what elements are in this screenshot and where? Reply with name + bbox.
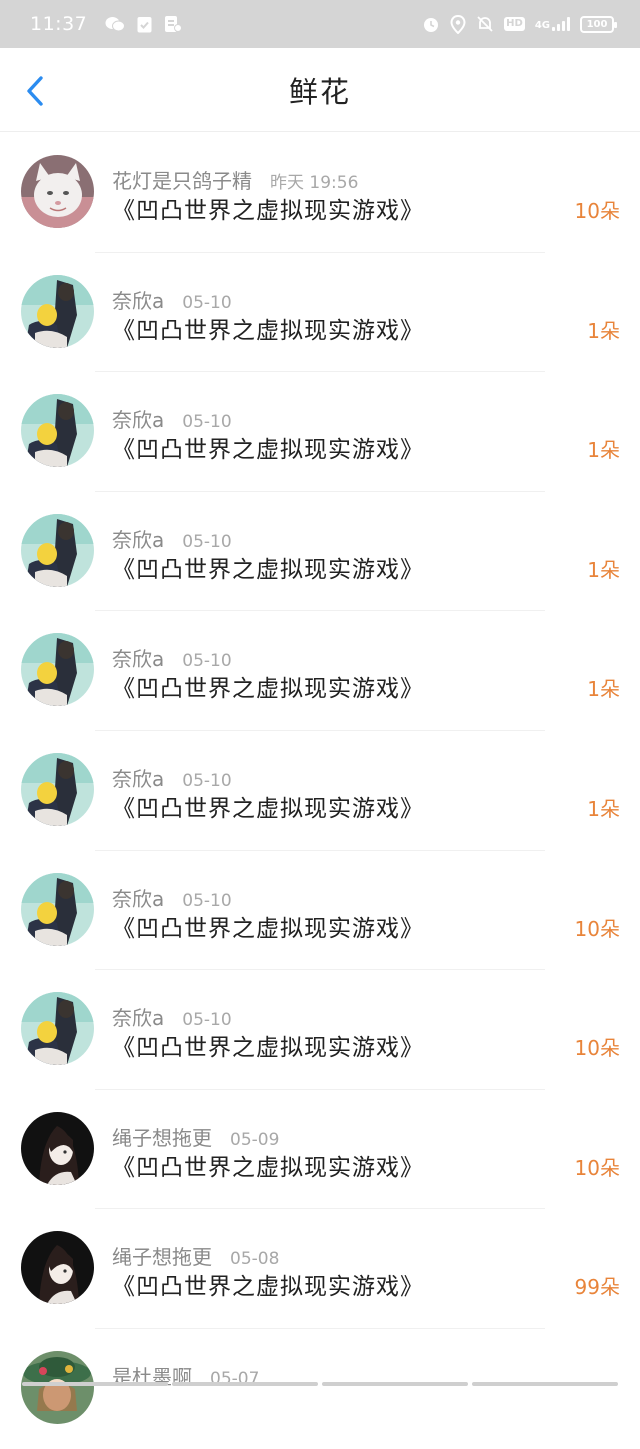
- wechat-icon: [105, 16, 125, 32]
- anime-pair-avatar[interactable]: [21, 873, 94, 946]
- flower-count: 10朵: [575, 913, 620, 942]
- list-item[interactable]: 绳子想拖更 05-09 《凹凸世界之虚拟现实游戏》 10朵: [0, 1090, 640, 1210]
- item-meta: 奈欣a 05-10: [112, 285, 232, 314]
- cat-avatar[interactable]: [21, 155, 94, 228]
- sim-tool-icon: [164, 15, 182, 33]
- list-item[interactable]: 奈欣a 05-10 《凹凸世界之虚拟现实游戏》 10朵: [0, 970, 640, 1090]
- anime-pair-avatar[interactable]: [21, 275, 94, 348]
- scroll-indicator: [0, 1381, 640, 1387]
- status-time: 11:37: [30, 13, 87, 35]
- item-meta: 绳子想拖更 05-08: [112, 1241, 279, 1270]
- item-meta: 绳子想拖更 05-09: [112, 1122, 279, 1151]
- anime-pair-avatar[interactable]: [21, 633, 94, 706]
- item-meta: 奈欣a 05-10: [112, 1002, 232, 1031]
- book-title[interactable]: 《凹凸世界之虚拟现实游戏》: [112, 909, 424, 943]
- book-title[interactable]: 《凹凸世界之虚拟现实游戏》: [112, 550, 424, 584]
- list-item[interactable]: 绳子想拖更 05-08 《凹凸世界之虚拟现实游戏》 99朵: [0, 1209, 640, 1329]
- flower-count: 10朵: [575, 195, 620, 224]
- status-left-icons: [105, 15, 182, 33]
- gift-time: 05-10: [182, 532, 231, 552]
- list-item[interactable]: 奈欣a 05-10 《凹凸世界之虚拟现实游戏》 10朵: [0, 851, 640, 971]
- item-meta: 奈欣a 05-10: [112, 404, 232, 433]
- user-name[interactable]: 奈欣a: [112, 285, 164, 314]
- bell-off-icon: [476, 15, 494, 33]
- book-title[interactable]: 《凹凸世界之虚拟现实游戏》: [112, 311, 424, 345]
- list-item[interactable]: 花灯是只鸽子精 昨天 19:56 《凹凸世界之虚拟现实游戏》 10朵: [0, 133, 640, 253]
- user-name[interactable]: 绳子想拖更: [112, 1241, 212, 1270]
- gift-time: 05-08: [230, 1249, 279, 1269]
- flower-count: 1朵: [587, 434, 620, 463]
- item-meta: 奈欣a 05-10: [112, 763, 232, 792]
- status-right-icons: HD 4G 100: [422, 15, 614, 34]
- battery-level: 100: [587, 19, 608, 30]
- gift-time: 05-10: [182, 651, 231, 671]
- list-item[interactable]: 奈欣a 05-10 《凹凸世界之虚拟现实游戏》 1朵: [0, 372, 640, 492]
- user-name[interactable]: 花灯是只鸽子精: [112, 165, 252, 194]
- book-title[interactable]: 《凹凸世界之虚拟现实游戏》: [112, 789, 424, 823]
- book-title[interactable]: 《凹凸世界之虚拟现实游戏》: [112, 1028, 424, 1062]
- page-title: 鲜花: [289, 69, 351, 111]
- list-item[interactable]: 奈欣a 05-10 《凹凸世界之虚拟现实游戏》 1朵: [0, 731, 640, 851]
- chevron-left-icon: [25, 75, 45, 107]
- gift-time: 05-10: [182, 1010, 231, 1030]
- book-title[interactable]: 《凹凸世界之虚拟现实游戏》: [112, 669, 424, 703]
- item-meta: 奈欣a 05-10: [112, 643, 232, 672]
- user-name[interactable]: 奈欣a: [112, 404, 164, 433]
- hat-girl-avatar[interactable]: [21, 1351, 94, 1424]
- list-item[interactable]: 奈欣a 05-10 《凹凸世界之虚拟现实游戏》 1朵: [0, 611, 640, 731]
- nav-bar: 鲜花: [0, 48, 640, 132]
- user-name[interactable]: 绳子想拖更: [112, 1122, 212, 1151]
- gift-time: 05-10: [182, 771, 231, 791]
- flower-gift-list: 花灯是只鸽子精 昨天 19:56 《凹凸世界之虚拟现实游戏》 10朵 奈欣a 0…: [0, 133, 640, 1449]
- anime-pair-avatar[interactable]: [21, 394, 94, 467]
- signal-icon: [552, 17, 570, 31]
- dark-hair-girl-avatar[interactable]: [21, 1231, 94, 1304]
- flower-count: 99朵: [575, 1271, 620, 1300]
- gift-time: 05-10: [182, 293, 231, 313]
- back-button[interactable]: [18, 74, 52, 108]
- alarm-icon: [422, 15, 440, 33]
- flower-count: 10朵: [575, 1032, 620, 1061]
- user-name[interactable]: 奈欣a: [112, 763, 164, 792]
- flower-count: 1朵: [587, 554, 620, 583]
- user-name[interactable]: 奈欣a: [112, 1002, 164, 1031]
- status-bar: 11:37 HD 4G 100: [0, 0, 640, 48]
- list-item[interactable]: 奈欣a 05-10 《凹凸世界之虚拟现实游戏》 1朵: [0, 492, 640, 612]
- user-name[interactable]: 奈欣a: [112, 883, 164, 912]
- dark-hair-girl-avatar[interactable]: [21, 1112, 94, 1185]
- item-meta: 花灯是只鸽子精 昨天 19:56: [112, 165, 358, 194]
- location-icon: [450, 15, 466, 34]
- battery-icon: 100: [580, 16, 614, 33]
- anime-pair-avatar[interactable]: [21, 992, 94, 1065]
- flower-count: 1朵: [587, 673, 620, 702]
- book-title[interactable]: 《凹凸世界之虚拟现实游戏》: [112, 191, 424, 225]
- flower-count: 1朵: [587, 793, 620, 822]
- gift-time: 昨天 19:56: [270, 168, 358, 193]
- network-indicator: 4G: [535, 17, 570, 31]
- gift-time: 05-10: [182, 891, 231, 911]
- network-label: 4G: [535, 21, 550, 31]
- gift-time: 05-09: [230, 1130, 279, 1150]
- item-meta: 奈欣a 05-10: [112, 883, 232, 912]
- flower-count: 10朵: [575, 1152, 620, 1181]
- clipboard-check-icon: [137, 15, 152, 33]
- item-meta: 奈欣a 05-10: [112, 524, 232, 553]
- user-name[interactable]: 奈欣a: [112, 524, 164, 553]
- anime-pair-avatar[interactable]: [21, 753, 94, 826]
- flower-count: 1朵: [587, 315, 620, 344]
- anime-pair-avatar[interactable]: [21, 514, 94, 587]
- book-title[interactable]: 《凹凸世界之虚拟现实游戏》: [112, 430, 424, 464]
- hd-badge: HD: [504, 17, 525, 31]
- gift-time: 05-10: [182, 412, 231, 432]
- book-title[interactable]: 《凹凸世界之虚拟现实游戏》: [112, 1267, 424, 1301]
- book-title[interactable]: 《凹凸世界之虚拟现实游戏》: [112, 1148, 424, 1182]
- list-item[interactable]: 是杜墨啊 05-07: [0, 1329, 640, 1449]
- user-name[interactable]: 奈欣a: [112, 643, 164, 672]
- list-item[interactable]: 奈欣a 05-10 《凹凸世界之虚拟现实游戏》 1朵: [0, 253, 640, 373]
